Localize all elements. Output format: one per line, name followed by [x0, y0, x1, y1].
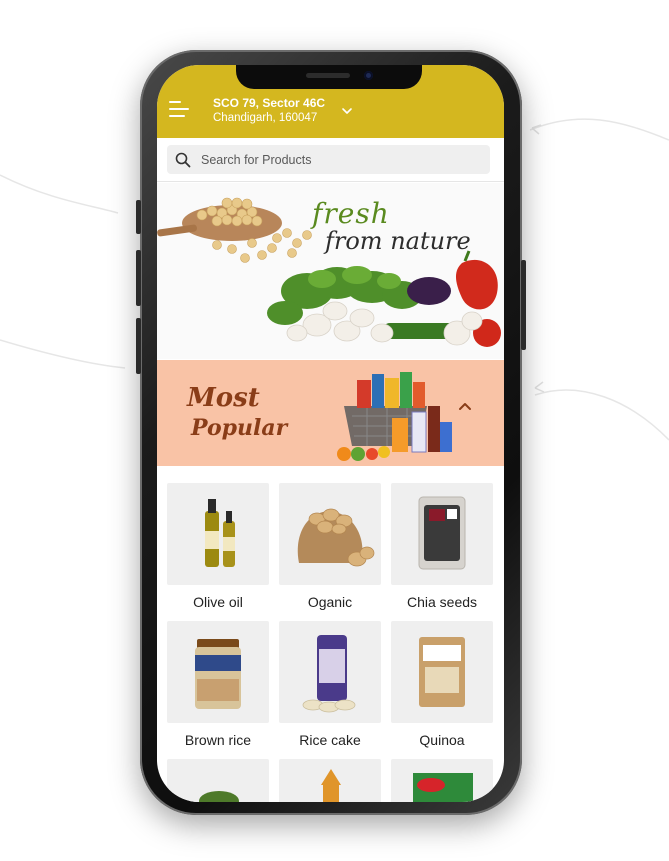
phone-power-button [521, 260, 526, 350]
product-card[interactable] [167, 759, 269, 802]
product-label: Brown rice [184, 732, 252, 748]
product-card-chia-seeds[interactable]: Chia seeds [391, 483, 493, 611]
most-popular-word-1: Most [187, 383, 260, 413]
address-line-1: SCO 79, Sector 46C [213, 96, 326, 110]
product-label: Olive oil [193, 594, 243, 610]
product-image-organic [279, 483, 381, 585]
phone-volume-down-button [136, 318, 141, 374]
app-screen: SCO 79, Sector 46C Chandigarh, 160047 Se… [157, 65, 504, 802]
product-card-rice-cake[interactable]: Rice cake [279, 621, 381, 749]
banner-headline-nature: from nature [325, 227, 471, 255]
product-card[interactable] [279, 759, 381, 802]
most-popular-title: Most Popular [187, 383, 287, 443]
product-image-rice-cake [279, 621, 381, 723]
search-box[interactable] [167, 145, 490, 174]
delivery-address[interactable]: SCO 79, Sector 46C Chandigarh, 160047 [213, 96, 325, 126]
product-image-chia-seeds [391, 483, 493, 585]
product-image-brown-rice [167, 621, 269, 723]
menu-icon-bar [169, 108, 189, 110]
chevron-down-icon[interactable] [341, 105, 353, 117]
product-label: Rice cake [299, 732, 361, 748]
product-label: Chia seeds [406, 594, 478, 610]
product-image-quinoa [391, 621, 493, 723]
menu-icon-bar [169, 101, 181, 103]
product-label: Oganic [307, 594, 353, 610]
address-line-2: Chandigarh, 160047 [213, 112, 318, 124]
phone-volume-up-button [136, 250, 141, 306]
hero-banner[interactable]: fresh from nature [157, 183, 504, 359]
product-card[interactable] [391, 759, 493, 802]
banner-headline-fresh: fresh [312, 197, 390, 230]
menu-icon-bar [169, 115, 185, 117]
product-card-brown-rice[interactable]: Brown rice [167, 621, 269, 749]
menu-button[interactable] [169, 101, 189, 117]
product-card-olive-oil[interactable]: Olive oil [167, 483, 269, 611]
search-icon [175, 152, 191, 167]
product-card-organic[interactable]: Oganic [279, 483, 381, 611]
product-image [279, 759, 381, 802]
phone-camera [364, 71, 373, 80]
most-popular-word-2: Popular [191, 415, 288, 441]
product-card-quinoa[interactable]: Quinoa [391, 621, 493, 749]
search-input[interactable] [201, 152, 461, 167]
product-image-olive-oil [167, 483, 269, 585]
phone-notch [236, 65, 422, 89]
chevron-up-icon[interactable] [457, 398, 473, 414]
product-label: Quinoa [419, 732, 465, 748]
grocery-cart-illustration [337, 372, 452, 461]
product-image [167, 759, 269, 802]
search-bar [157, 138, 504, 182]
phone-side-button [136, 200, 141, 234]
most-popular-section[interactable]: Most Popular [157, 360, 504, 466]
phone-speaker [306, 73, 350, 78]
product-image [391, 759, 493, 802]
